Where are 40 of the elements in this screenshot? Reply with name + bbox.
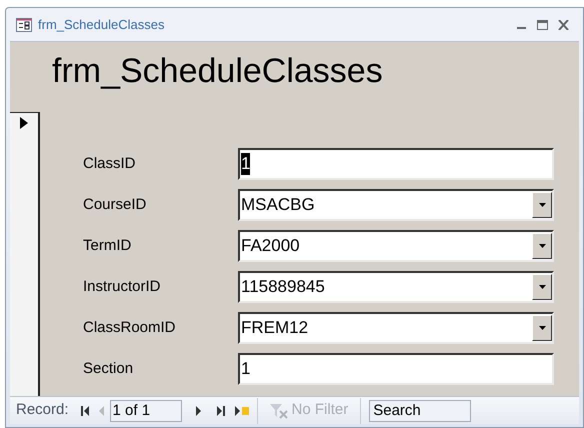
field-value: MSACBG [241, 194, 315, 216]
dropdown-button[interactable] [532, 192, 552, 218]
field-value: FA2000 [241, 235, 300, 257]
input-field[interactable]: 1 [238, 353, 554, 385]
new-record-icon[interactable] [234, 406, 249, 416]
dropdown-button[interactable] [532, 233, 552, 259]
close-icon[interactable] [558, 20, 569, 30]
field-label: CourseID [83, 194, 148, 215]
dropdown-button[interactable] [532, 274, 552, 300]
current-record-icon [20, 117, 28, 129]
form-title: frm_ScheduleClasses [51, 51, 384, 92]
form-icon [16, 18, 32, 32]
field-label: ClassRoomID [83, 318, 177, 338]
dropdown-button[interactable] [532, 315, 552, 341]
last-record-icon[interactable] [216, 406, 225, 416]
window-title: frm_ScheduleClasses [38, 16, 164, 34]
input-field[interactable]: 1 [238, 148, 554, 180]
field-label: TermID [83, 236, 132, 256]
combo-box[interactable]: MSACBG [238, 189, 554, 221]
record-selector[interactable] [10, 112, 40, 396]
record-label: Record: [16, 400, 69, 420]
caret-icon [538, 203, 546, 207]
field-label: InstructorID [83, 276, 162, 297]
search-field[interactable]: Search [369, 400, 472, 422]
caret-icon [538, 326, 546, 330]
caret-icon [538, 244, 546, 248]
field-value: 1 [241, 358, 250, 380]
field-value: 115889845 [241, 276, 325, 298]
next-record-icon[interactable] [196, 406, 201, 416]
combo-box[interactable]: FA2000 [238, 230, 554, 262]
first-record-icon[interactable] [80, 406, 89, 416]
record-position-field[interactable]: 1 of 1 [110, 400, 182, 422]
combo-box[interactable]: FREM12 [238, 312, 554, 344]
maximize-icon[interactable] [537, 20, 548, 30]
combo-box[interactable]: 115889845 [238, 271, 554, 303]
field-value: FREM12 [241, 317, 308, 339]
field-value: 1 [241, 153, 250, 175]
field-label: Section [83, 358, 134, 379]
field-label: ClassID [83, 154, 137, 174]
caret-icon [538, 285, 546, 289]
